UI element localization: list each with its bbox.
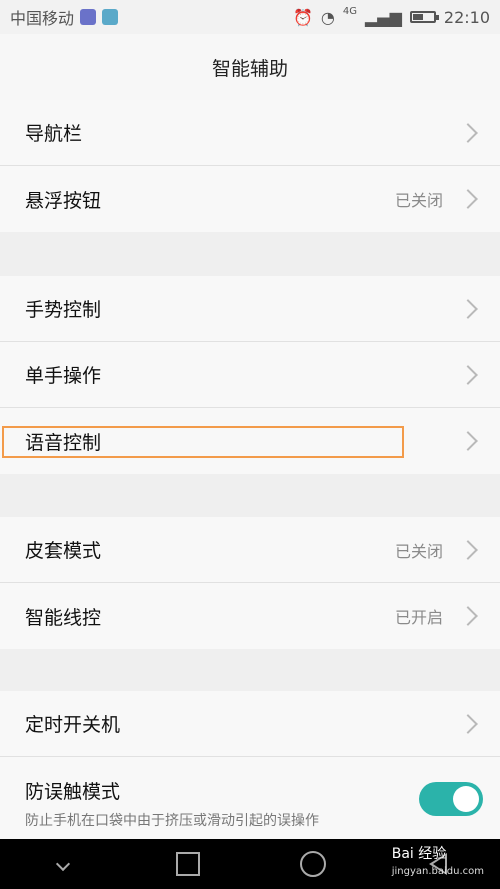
row-label: 单手操作 [25, 365, 102, 387]
row-right: 已开启 [395, 604, 480, 628]
row-right: 已关闭 [395, 538, 480, 562]
settings-row-floating-button[interactable]: 悬浮按钮 已关闭 [0, 166, 500, 232]
time-text: 22:10 [443, 7, 490, 27]
chevron-right-icon [458, 431, 478, 451]
page-title: 智能辅助 [211, 57, 288, 80]
collapse-button[interactable] [49, 850, 77, 878]
row-title: 防误触模式 [25, 781, 121, 803]
row-right: 已关闭 [395, 187, 480, 211]
chevron-right-icon [458, 539, 478, 560]
row-value: 已关闭 [394, 191, 443, 210]
watermark: Bai 经验 jingyan.baidu.com [392, 845, 484, 881]
settings-group-4: 定时开关机 防误触模式 防止手机在口袋中由于挤压或滑动引起的误操作 [0, 691, 500, 855]
settings-row-gesture-control[interactable]: 手势控制 [0, 276, 500, 342]
chevron-right-icon [458, 606, 478, 626]
status-left: 中国移动 [10, 5, 119, 29]
row-right [458, 713, 480, 734]
row-value: 已关闭 [394, 541, 443, 561]
home-button[interactable] [299, 850, 327, 878]
page-header: 智能辅助 [0, 34, 500, 101]
network-text: 4G [342, 5, 357, 17]
row-right [458, 298, 480, 319]
row-label: 手势控制 [25, 299, 102, 321]
home-circle-icon [299, 851, 326, 877]
chevron-right-icon [458, 713, 478, 734]
wifi-icon: ◔ [320, 7, 335, 27]
row-label: 智能线控 [25, 606, 102, 629]
alarm-icon: ⏰ [292, 7, 313, 27]
status-right: ⏰ ◔ 4G ▂▄▆ 22:10 [292, 5, 490, 27]
row-right [458, 364, 480, 385]
chevron-right-icon [458, 189, 478, 209]
watermark-site: jingyan.baidu.com [391, 866, 484, 877]
settings-row-one-hand[interactable]: 单手操作 [0, 342, 500, 408]
settings-group-3: 皮套模式 已关闭 智能线控 已开启 [0, 517, 500, 649]
down-arrow-icon [55, 856, 70, 872]
row-right [458, 122, 480, 143]
row-label: 悬浮按钮 [25, 189, 102, 212]
row-label: 定时开关机 [25, 714, 121, 736]
settings-row-navigation-bar[interactable]: 导航栏 [0, 100, 500, 166]
toggle-knob [453, 786, 479, 812]
chevron-right-icon [458, 298, 478, 319]
row-label: 皮套模式 [25, 540, 102, 562]
notification-icon-a [80, 9, 97, 25]
settings-row-cover-mode[interactable]: 皮套模式 已关闭 [0, 517, 500, 583]
chevron-right-icon [458, 364, 478, 385]
voice-control-highlight [2, 426, 404, 458]
accidental-touch-toggle[interactable] [419, 782, 483, 816]
carrier-text: 中国移动 [10, 9, 75, 28]
row-right [458, 431, 480, 451]
recent-apps-button[interactable] [174, 850, 202, 878]
notification-icon-b [102, 9, 119, 25]
settings-row-smart-wire-control[interactable]: 智能线控 已开启 [0, 583, 500, 649]
watermark-brand: Bai 经验 [391, 846, 447, 862]
recent-square-icon [175, 852, 200, 876]
chevron-right-icon [458, 122, 478, 143]
battery-icon [409, 11, 439, 23]
status-bar: 中国移动 ⏰ ◔ 4G ▂▄▆ 22:10 [0, 0, 500, 34]
settings-row-scheduled-power[interactable]: 定时开关机 [0, 691, 500, 757]
battery-fill [412, 14, 423, 20]
signal-icon: ▂▄▆ [364, 7, 402, 27]
row-description: 防止手机在口袋中由于挤压或滑动引起的误操作 [25, 813, 319, 829]
row-value: 已开启 [394, 608, 443, 627]
settings-group-1: 导航栏 悬浮按钮 已关闭 [0, 100, 500, 232]
row-label: 导航栏 [25, 123, 83, 145]
